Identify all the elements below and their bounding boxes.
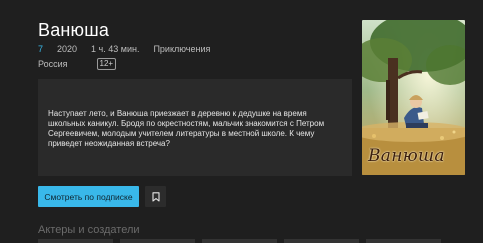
cast-cards-row [38, 239, 441, 243]
movie-description: Наступает лето, и Ванюша приезжает в дер… [48, 109, 325, 148]
watch-subscription-button[interactable]: Смотреть по подписке [38, 186, 139, 207]
movie-details-screen: Ванюша 7 2020 1 ч. 43 мин. Приключения Р… [0, 0, 483, 243]
movie-title: Ванюша [38, 20, 110, 40]
cast-section-title: Актеры и создатели [38, 224, 140, 236]
release-year: 2020 [57, 44, 78, 54]
rating-value: 7 [38, 44, 44, 54]
cast-card[interactable] [38, 239, 113, 243]
duration: 1 ч. 43 мин. [91, 44, 140, 54]
genre: Приключения [153, 44, 211, 54]
movie-poster: Ванюша [362, 20, 465, 175]
bookmark-button[interactable] [145, 186, 166, 207]
movie-meta-row: 7 2020 1 ч. 43 мин. Приключения [38, 44, 210, 54]
cast-card[interactable] [120, 239, 195, 243]
country: Россия [38, 59, 68, 69]
cast-card[interactable] [284, 239, 359, 243]
movie-meta-row-2: Россия 12+ [38, 58, 117, 70]
age-rating-badge: 12+ [96, 58, 117, 70]
description-panel: Наступает лето, и Ванюша приезжает в дер… [38, 79, 352, 176]
cast-card[interactable] [366, 239, 441, 243]
poster-title: Ванюша [368, 146, 445, 166]
cast-card[interactable] [202, 239, 277, 243]
bookmark-icon [151, 191, 160, 202]
